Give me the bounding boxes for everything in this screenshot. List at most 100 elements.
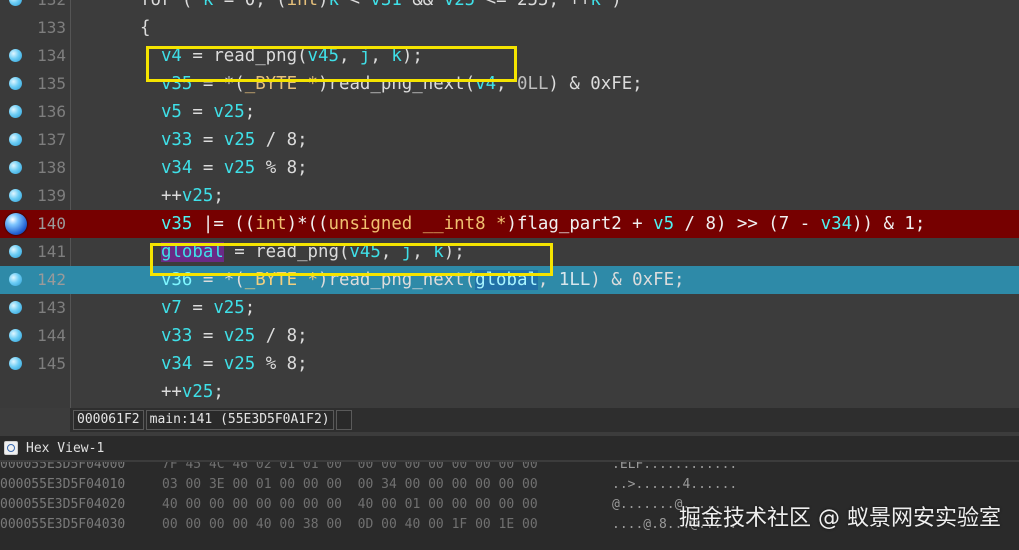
code-line[interactable]: 141 global = read_png(v45, j, k); bbox=[0, 238, 1019, 266]
identifier-token[interactable]: v25 bbox=[224, 130, 255, 150]
identifier-token[interactable]: v35 bbox=[161, 214, 192, 234]
code-text[interactable]: v33 = v25 / 8; bbox=[140, 126, 308, 154]
code-token: , bbox=[338, 46, 360, 66]
code-line[interactable]: 145 v34 = v25 % 8; bbox=[0, 350, 1019, 378]
code-line[interactable]: 138 v34 = v25 % 8; bbox=[0, 154, 1019, 182]
identifier-token[interactable]: v25 bbox=[224, 326, 255, 346]
identifier-token[interactable]: v31 bbox=[370, 0, 401, 10]
identifier-token[interactable]: v33 bbox=[161, 130, 192, 150]
identifier-token[interactable]: global bbox=[475, 270, 538, 290]
code-token: = bbox=[192, 130, 224, 150]
code-line[interactable]: 143 v7 = v25; bbox=[0, 294, 1019, 322]
breakpoint-icon[interactable] bbox=[9, 105, 22, 118]
identifier-token[interactable]: v25 bbox=[444, 0, 475, 10]
line-number: 143 bbox=[37, 298, 66, 317]
identifier-token[interactable]: v25 bbox=[182, 186, 213, 206]
status-empty-cell bbox=[335, 410, 352, 430]
identifier-token[interactable]: v5 bbox=[653, 214, 674, 234]
code-token: ; bbox=[244, 298, 256, 318]
identifier-token[interactable]: v34 bbox=[821, 214, 852, 234]
breakpoint-icon[interactable] bbox=[9, 77, 22, 90]
code-line[interactable]: 140 v35 |= ((int)*((unsigned __int8 *)fl… bbox=[0, 210, 1019, 238]
code-text[interactable]: v35 |= ((int)*((unsigned __int8 *)flag_p… bbox=[140, 210, 925, 238]
code-line[interactable]: 135 v35 = *(_BYTE *)read_png_next(v4, 0L… bbox=[0, 70, 1019, 98]
identifier-token[interactable]: v45 bbox=[349, 242, 380, 262]
identifier-token[interactable]: v25 bbox=[213, 102, 244, 122]
identifier-token[interactable]: v33 bbox=[161, 326, 192, 346]
identifier-token[interactable]: k bbox=[590, 0, 600, 10]
code-text[interactable]: v34 = v25 % 8; bbox=[140, 350, 308, 378]
identifier-token[interactable]: j bbox=[402, 242, 412, 262]
identifier-token[interactable]: v34 bbox=[161, 354, 192, 374]
code-token: )*(( bbox=[286, 214, 329, 234]
identifier-token[interactable]: v25 bbox=[224, 354, 255, 374]
code-token: && bbox=[401, 0, 444, 10]
code-token: ++ bbox=[140, 186, 182, 206]
identifier-token[interactable]: global bbox=[160, 242, 224, 262]
hex-bytes[interactable]: 00 00 00 00 40 00 38 00 0D 00 40 00 1F 0… bbox=[162, 514, 538, 536]
identifier-token[interactable]: v35 bbox=[161, 74, 192, 94]
identifier-token[interactable]: k bbox=[391, 46, 401, 66]
code-line[interactable]: 134 v4 = read_png(v45, j, k); bbox=[0, 42, 1019, 70]
hex-bytes[interactable]: 03 00 3E 00 01 00 00 00 00 34 00 00 00 0… bbox=[162, 474, 538, 496]
code-token: |= (( bbox=[192, 214, 256, 234]
identifier-token[interactable]: k bbox=[203, 0, 213, 10]
breakpoint-icon[interactable] bbox=[9, 49, 22, 62]
identifier-token[interactable]: k bbox=[329, 0, 339, 10]
breakpoint-icon[interactable] bbox=[9, 329, 22, 342]
code-line[interactable]: 132for ( k = 0; (int)k < v31 && v25 <= 2… bbox=[0, 0, 1019, 14]
code-text[interactable]: for ( k = 0; (int)k < v31 && v25 <= 255;… bbox=[140, 0, 622, 14]
pseudocode-view[interactable]: 132for ( k = 0; (int)k < v31 && v25 <= 2… bbox=[0, 0, 1019, 408]
code-token: = bbox=[181, 102, 214, 122]
code-text[interactable]: v36 = *(_BYTE *)read_png_next(global, 1L… bbox=[140, 266, 685, 294]
identifier-token[interactable]: j bbox=[360, 46, 370, 66]
identifier-token[interactable]: v5 bbox=[161, 102, 182, 122]
identifier-token[interactable]: v4 bbox=[475, 74, 496, 94]
code-token: 1LL bbox=[558, 270, 591, 290]
code-line[interactable]: 144 v33 = v25 / 8; bbox=[0, 322, 1019, 350]
breakpoint-icon[interactable] bbox=[9, 273, 22, 286]
breakpoint-icon[interactable] bbox=[9, 161, 22, 174]
code-text[interactable]: v4 = read_png(v45, j, k); bbox=[140, 42, 423, 70]
breakpoint-icon[interactable] bbox=[9, 133, 22, 146]
identifier-token[interactable]: v36 bbox=[161, 270, 192, 290]
code-text[interactable]: v35 = *(_BYTE *)read_png_next(v4, 0LL) &… bbox=[140, 70, 643, 98]
code-line[interactable]: 137 v33 = v25 / 8; bbox=[0, 126, 1019, 154]
breakpoint-icon[interactable] bbox=[9, 245, 22, 258]
hex-ascii[interactable]: ..>......4...... bbox=[612, 474, 737, 496]
line-number: 142 bbox=[37, 270, 66, 289]
code-line[interactable]: 142 v36 = *(_BYTE *)read_png_next(global… bbox=[0, 266, 1019, 294]
code-line[interactable]: 136 v5 = v25; bbox=[0, 98, 1019, 126]
code-text[interactable]: ++v25; bbox=[140, 378, 224, 406]
hex-view-titlebar[interactable]: Hex View-1 bbox=[0, 436, 1019, 460]
identifier-token[interactable]: k bbox=[433, 242, 443, 262]
code-text[interactable]: ++v25; bbox=[140, 182, 224, 210]
line-number: 140 bbox=[37, 214, 66, 233]
code-line[interactable]: 133 { bbox=[0, 14, 1019, 42]
identifier-token[interactable]: v25 bbox=[224, 158, 255, 178]
code-text[interactable]: v33 = v25 / 8; bbox=[140, 322, 308, 350]
identifier-token[interactable]: v45 bbox=[308, 46, 339, 66]
code-text[interactable]: v5 = v25; bbox=[140, 98, 255, 126]
breakpoint-icon[interactable] bbox=[9, 189, 22, 202]
identifier-token[interactable]: v25 bbox=[182, 382, 213, 402]
identifier-token[interactable]: v34 bbox=[161, 158, 192, 178]
code-line[interactable]: ++v25; bbox=[0, 378, 1019, 406]
identifier-token[interactable]: v7 bbox=[161, 298, 182, 318]
code-text[interactable]: v34 = v25 % 8; bbox=[140, 154, 308, 182]
code-text[interactable]: global = read_png(v45, j, k); bbox=[140, 238, 465, 266]
code-text[interactable]: v7 = v25; bbox=[140, 294, 255, 322]
code-text[interactable]: { bbox=[140, 14, 150, 42]
identifier-token[interactable]: v4 bbox=[161, 46, 182, 66]
breakpoint-icon[interactable] bbox=[9, 0, 22, 6]
code-token: unsigned __int8 * bbox=[328, 214, 507, 234]
code-line[interactable]: 139 ++v25; bbox=[0, 182, 1019, 210]
code-token: ) bbox=[600, 0, 622, 10]
hex-bytes[interactable]: 40 00 00 00 00 00 00 00 40 00 01 00 00 0… bbox=[162, 494, 538, 516]
code-token: ); bbox=[401, 46, 423, 66]
identifier-token[interactable]: v25 bbox=[213, 298, 244, 318]
breakpoint-icon[interactable] bbox=[9, 301, 22, 314]
breakpoint-icon[interactable] bbox=[9, 357, 22, 370]
